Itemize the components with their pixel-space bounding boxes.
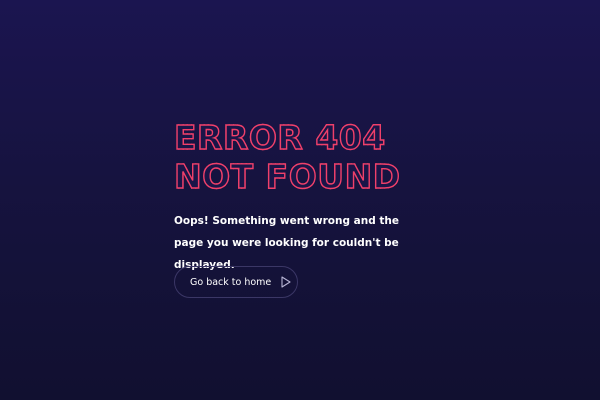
- play-arrow-icon: [281, 276, 291, 288]
- error-content: ERROR 404 NOT FOUND Oops! Something went…: [173, 117, 474, 298]
- go-home-button[interactable]: Go back to home: [174, 266, 298, 298]
- error-title-line1: ERROR 404: [173, 117, 474, 157]
- go-home-button-label: Go back to home: [190, 276, 272, 288]
- error-title-line2: NOT FOUND: [173, 156, 474, 196]
- error-heading: ERROR 404 NOT FOUND: [173, 117, 474, 196]
